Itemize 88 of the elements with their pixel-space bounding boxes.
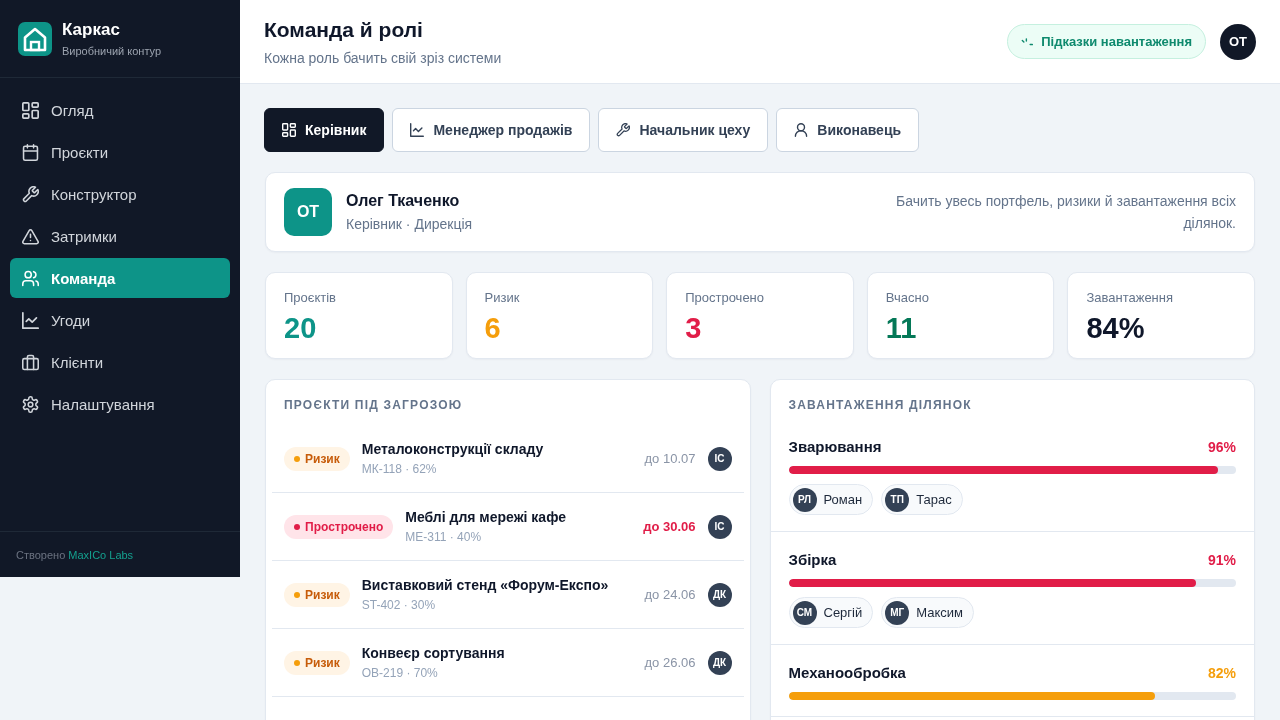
app-subtitle: Виробничий контур xyxy=(62,43,162,58)
line-chart-icon xyxy=(22,311,39,329)
wrench-icon xyxy=(616,123,631,137)
house-icon xyxy=(18,21,52,56)
project-name: Виставковий стенд «Форум-Експо» xyxy=(361,576,609,594)
status-badge: Ризик xyxy=(284,650,350,675)
panel-title: ЗАВАНТАЖЕННЯ ДІЛЯНОК xyxy=(787,397,973,412)
credit-link[interactable]: MaxICo Labs xyxy=(68,548,134,561)
stat-label: Ризик xyxy=(484,289,521,307)
area-name: Механообробка xyxy=(788,663,906,683)
stat-value: 11 xyxy=(885,311,918,345)
nav-item[interactable]: Команда xyxy=(10,258,230,298)
status-dot-icon xyxy=(294,591,300,598)
project-name: Меблі для мережі кафе xyxy=(405,508,566,526)
due-date: до 30.06 xyxy=(643,519,696,534)
line-chart-icon xyxy=(410,123,425,137)
loader-icon xyxy=(1021,37,1034,46)
profile-avatar: ОТ xyxy=(284,188,332,236)
assignee-avatar: ДК xyxy=(707,650,732,675)
person-name: Тарас xyxy=(916,492,952,507)
nav-item[interactable]: Затримки xyxy=(10,216,230,256)
status-dot-icon xyxy=(294,659,300,666)
project-meta: МЕ-311 · 40% xyxy=(405,529,483,545)
role-tab[interactable]: Виконавець xyxy=(776,108,920,152)
stat-label: Прострочено xyxy=(685,289,766,307)
warning-icon xyxy=(22,227,39,245)
stat-value: 20 xyxy=(284,311,318,345)
users-icon xyxy=(22,269,39,287)
panel-title: ПРОЄКТИ ПІД ЗАГРОЗОЮ xyxy=(283,397,464,412)
workload-hints-button[interactable]: Підказки навантаження xyxy=(1007,24,1206,59)
profile-name: Олег Ткаченко xyxy=(346,191,461,211)
person-avatar: СМ xyxy=(792,600,817,625)
nav-item[interactable]: Конструктор xyxy=(10,174,230,214)
load-reading: 91% xyxy=(1207,551,1236,570)
project-meta: ОВ-219 · 70% xyxy=(361,665,439,681)
project-name: Металоконструкції складу xyxy=(361,440,544,458)
stat-value: 3 xyxy=(685,311,703,345)
stat-label: Завантаження xyxy=(1086,289,1174,307)
area-name: Зварювання xyxy=(788,437,882,457)
person-avatar: ТП xyxy=(885,487,910,512)
due-date: до 26.06 xyxy=(644,655,696,670)
stat-value: 84% xyxy=(1086,311,1146,345)
stat-label: Вчасно xyxy=(885,289,930,307)
role-tab[interactable]: Начальник цеху xyxy=(598,108,769,152)
due-date: до 24.06 xyxy=(644,587,696,602)
credit-text: Створено MaxICo Labs xyxy=(16,548,134,561)
settings-icon xyxy=(22,395,39,413)
person-name: Сергій xyxy=(823,605,863,620)
nav-item[interactable]: Налаштування xyxy=(10,384,230,424)
wrench-icon xyxy=(22,185,39,203)
person-avatar: РЛ xyxy=(792,487,817,512)
grid-icon xyxy=(282,123,296,137)
assignee-avatar: ІС xyxy=(707,446,732,471)
nav-item[interactable]: Огляд xyxy=(10,90,230,130)
profile-role: Керівник · Дирекція xyxy=(346,215,473,233)
status-badge: Ризик xyxy=(284,446,350,471)
status-badge: Ризик xyxy=(284,582,350,607)
briefcase-icon xyxy=(22,353,39,371)
status-dot-icon xyxy=(294,523,300,530)
stat-value: 6 xyxy=(484,311,502,345)
calendar-icon xyxy=(22,143,39,161)
role-tab[interactable]: Керівник xyxy=(264,108,385,152)
load-reading: 96% xyxy=(1207,438,1236,457)
person-name: Роман xyxy=(823,492,863,507)
page-title: Команда й ролі xyxy=(264,16,424,43)
profile-description: Бачить увесь портфель, ризики й завантаження всіх ділянок. xyxy=(896,192,1236,233)
grid-icon xyxy=(22,101,39,119)
app-name: Каркас xyxy=(62,19,121,40)
area-name: Збірка xyxy=(788,550,837,570)
person-avatar: МГ xyxy=(885,600,910,625)
status-badge: Прострочено xyxy=(284,514,394,539)
project-meta: ST-402 · 30% xyxy=(361,597,437,613)
nav-item[interactable]: Клієнти xyxy=(10,342,230,382)
user-icon xyxy=(794,123,809,137)
person-name: Максим xyxy=(916,605,963,620)
status-dot-icon xyxy=(294,455,300,462)
assignee-avatar: ДК xyxy=(707,582,732,607)
project-meta: МК-118 · 62% xyxy=(361,461,438,477)
assignee-avatar: ІС xyxy=(707,514,732,539)
project-name: Конвеєр сортування xyxy=(361,644,505,662)
role-tab[interactable]: Менеджер продажів xyxy=(392,108,591,152)
user-avatar[interactable]: ОТ xyxy=(1220,23,1256,60)
nav-item[interactable]: Угоди xyxy=(10,300,230,340)
due-date: до 10.07 xyxy=(644,451,696,466)
page-subtitle: Кожна роль бачить свій зріз системи xyxy=(264,48,502,67)
stat-label: Проєктів xyxy=(284,289,338,307)
load-reading: 82% xyxy=(1207,664,1236,683)
nav-item[interactable]: Проєкти xyxy=(10,132,230,172)
